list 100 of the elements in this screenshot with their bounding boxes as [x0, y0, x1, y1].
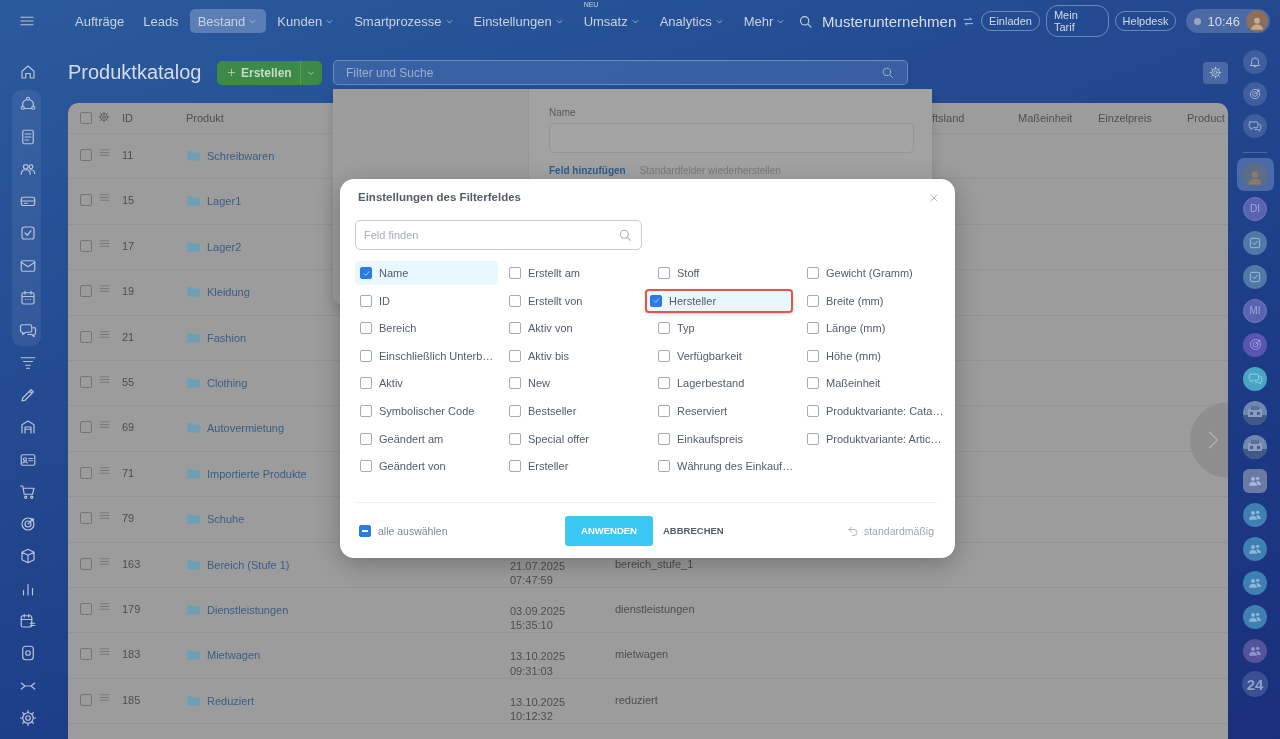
field-option[interactable]: Lagerbestand: [653, 371, 796, 396]
checkbox[interactable]: [509, 432, 521, 445]
swap-icon[interactable]: [962, 14, 976, 28]
nav-item[interactable]: Aufträge: [67, 9, 133, 33]
calendar-list-icon[interactable]: [18, 612, 37, 631]
settings-icon[interactable]: [18, 708, 37, 727]
row-checkbox[interactable]: [80, 149, 92, 161]
column-header[interactable]: Maßeinheit: [1018, 112, 1073, 124]
checkbox[interactable]: [807, 404, 819, 417]
home-icon[interactable]: [18, 63, 37, 81]
calendar-icon[interactable]: [18, 289, 37, 308]
checkbox[interactable]: [658, 267, 670, 279]
checkbox[interactable]: [807, 267, 819, 279]
checkbox[interactable]: [650, 294, 662, 307]
field-option[interactable]: Produktvariante: Cata…: [802, 398, 945, 423]
field-option[interactable]: Aktiv von: [504, 316, 647, 341]
chat-icon[interactable]: [18, 321, 37, 340]
task-avatar[interactable]: [1243, 230, 1267, 255]
checkbox[interactable]: [509, 322, 521, 335]
field-option[interactable]: Bestseller: [504, 398, 647, 423]
checkbox[interactable]: [658, 432, 670, 445]
checkbox[interactable]: [658, 322, 670, 335]
nav-item[interactable]: Mehr: [735, 9, 795, 33]
create-button[interactable]: Erstellen: [217, 60, 322, 85]
select-all-checkbox[interactable]: [80, 112, 92, 124]
field-option[interactable]: Geändert am: [355, 426, 498, 451]
group-avatar[interactable]: [1243, 570, 1267, 595]
target-icon[interactable]: [1248, 87, 1262, 101]
checkbox[interactable]: [509, 349, 521, 362]
field-option[interactable]: Produktvariante: Artic…: [802, 426, 945, 451]
group-avatar[interactable]: [1243, 604, 1267, 629]
avatar[interactable]: [1246, 10, 1268, 32]
checkbox[interactable]: [807, 377, 819, 390]
field-option[interactable]: Aktiv: [355, 371, 498, 396]
field-option[interactable]: Bereich: [355, 316, 498, 341]
row-checkbox[interactable]: [80, 194, 92, 207]
nav-item[interactable]: Analytics: [651, 9, 733, 33]
checkbox[interactable]: [658, 460, 670, 473]
checkbox[interactable]: [360, 377, 372, 390]
group-avatar[interactable]: [1243, 638, 1267, 663]
row-checkbox[interactable]: [80, 421, 92, 434]
task-avatar[interactable]: [1243, 264, 1267, 289]
field-option[interactable]: Gewicht (Gramm): [802, 261, 945, 285]
field-option[interactable]: Währung des Einkauf…: [653, 454, 796, 479]
nav-item[interactable]: Einstellungen: [465, 9, 573, 33]
row-checkbox[interactable]: [80, 512, 92, 525]
field-option[interactable]: Erstellt von: [504, 288, 647, 313]
chat-avatar[interactable]: [1243, 366, 1267, 391]
column-header[interactable]: Product: [1187, 112, 1225, 124]
checkbox[interactable]: [658, 404, 670, 417]
company-name[interactable]: Musterunternehmen: [822, 12, 957, 30]
group-avatar[interactable]: [1243, 468, 1267, 493]
field-option[interactable]: Symbolischer Code: [355, 398, 498, 423]
checkbox[interactable]: [360, 322, 372, 335]
select-all-label[interactable]: alle auswählen: [378, 524, 448, 537]
field-option[interactable]: Verfügbarkeit: [653, 343, 796, 368]
field-option[interactable]: ID: [355, 288, 498, 313]
field-option[interactable]: Länge (mm): [802, 316, 945, 341]
chat-icon[interactable]: [1248, 119, 1262, 133]
field-option[interactable]: Typ: [653, 316, 796, 341]
checkbox[interactable]: [509, 404, 521, 417]
settings-button[interactable]: [1203, 61, 1228, 84]
checkbox[interactable]: [509, 267, 521, 279]
checkbox[interactable]: [359, 524, 371, 537]
nav-item[interactable]: Leads: [135, 9, 187, 33]
checkbox[interactable]: [360, 460, 372, 473]
checkbox[interactable]: [509, 294, 521, 307]
bell-icon[interactable]: [1248, 55, 1262, 69]
field-option[interactable]: Reserviert: [653, 398, 796, 423]
row-checkbox[interactable]: [80, 693, 92, 706]
checkbox[interactable]: [807, 322, 819, 335]
field-option[interactable]: Einkaufspreis: [653, 426, 796, 451]
field-option[interactable]: Name: [355, 261, 498, 285]
header-button[interactable]: Mein Tarif: [1045, 5, 1109, 37]
row-checkbox[interactable]: [80, 330, 92, 343]
checkbox[interactable]: [509, 460, 521, 473]
field-option[interactable]: Breite (mm): [802, 288, 945, 313]
row-checkbox[interactable]: [80, 648, 92, 661]
add-field-link[interactable]: Feld hinzufügen: [549, 165, 626, 176]
checkbox[interactable]: [360, 267, 372, 279]
checkbox[interactable]: [360, 432, 372, 445]
row-checkbox[interactable]: [80, 557, 92, 570]
row-checkbox[interactable]: [80, 375, 92, 388]
checkbox[interactable]: [807, 349, 819, 362]
row-checkbox[interactable]: [80, 466, 92, 479]
group-avatar[interactable]: [1243, 536, 1267, 561]
cube-icon[interactable]: [18, 547, 37, 566]
checkbox[interactable]: [509, 377, 521, 390]
column-header[interactable]: ID: [122, 112, 133, 124]
cancel-button[interactable]: ABBRECHEN: [663, 525, 724, 536]
field-option[interactable]: Stoff: [653, 261, 796, 285]
close-icon[interactable]: [928, 192, 940, 204]
field-option[interactable]: Erstellt am: [504, 261, 647, 285]
column-header[interactable]: Einzelpreis: [1098, 112, 1152, 124]
row-checkbox[interactable]: [80, 602, 92, 615]
column-header[interactable]: ftsland: [932, 112, 965, 124]
checkbox[interactable]: [807, 294, 819, 307]
nav-item[interactable]: Bestand: [189, 9, 267, 33]
field-option[interactable]: Ersteller: [504, 454, 647, 479]
target-avatar[interactable]: [1243, 332, 1267, 357]
